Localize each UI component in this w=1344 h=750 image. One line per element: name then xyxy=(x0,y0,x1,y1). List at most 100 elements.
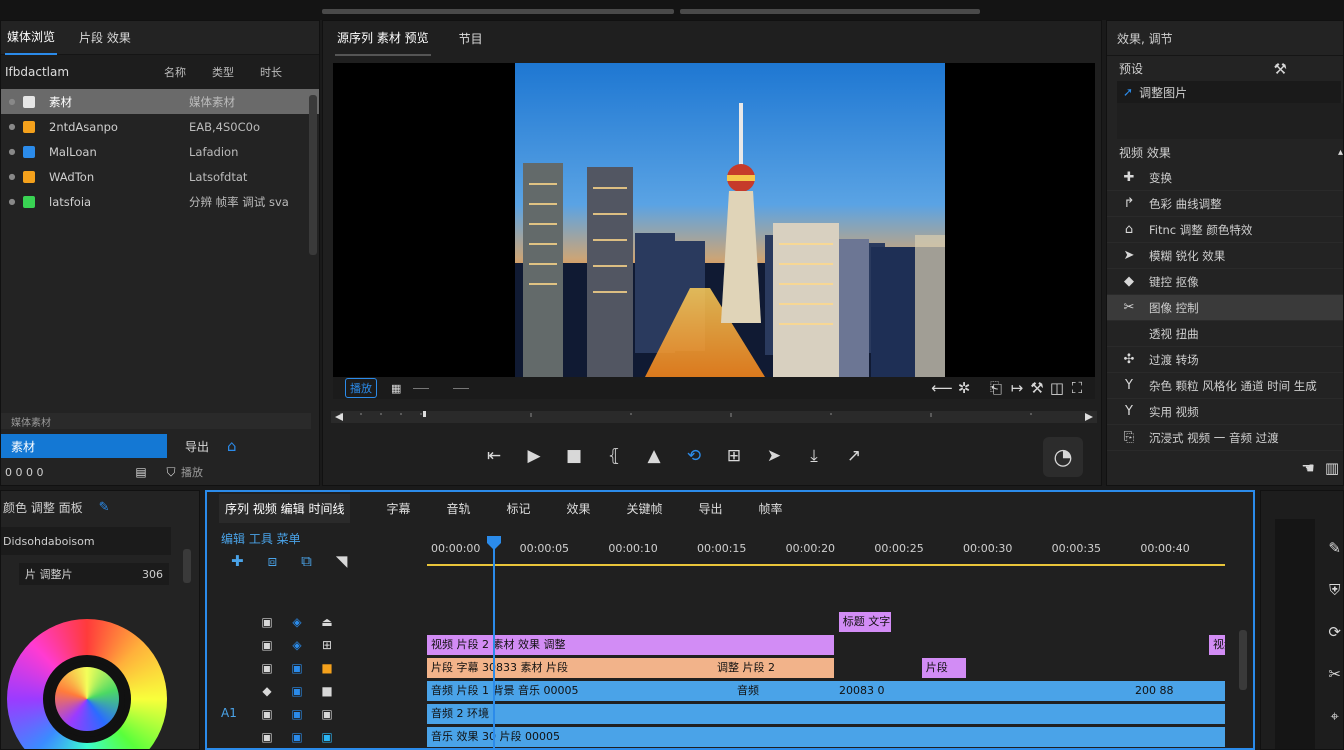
tools-icon[interactable]: ⚒ xyxy=(1274,60,1287,78)
column-type[interactable]: 类型 xyxy=(199,64,247,80)
calendar-icon[interactable]: ▤ xyxy=(121,465,161,479)
timeline-tab[interactable]: 序列 视频 编辑 时间线 xyxy=(219,493,351,523)
track-lock-icon[interactable]: ■ xyxy=(319,660,335,676)
timeline-tab[interactable]: 帧率 xyxy=(759,500,783,517)
timeline-clip[interactable]: 片段 xyxy=(921,658,966,678)
asset-scrollbar[interactable] xyxy=(309,95,317,255)
track-toggle-icon[interactable]: ▣ xyxy=(259,706,275,722)
track-lock-icon[interactable]: ⊞ xyxy=(319,637,335,653)
column-name[interactable]: 名称 xyxy=(151,64,199,80)
asset-row[interactable]: ● 素材 媒体素材 xyxy=(1,89,319,114)
tab-effects[interactable]: 效果, 调节 xyxy=(1117,30,1173,47)
effect-item[interactable]: ↱ 色彩 曲线调整 xyxy=(1107,191,1343,217)
track-toggle-icon[interactable]: ▣ xyxy=(259,637,275,653)
track-target-icon[interactable]: ◈ xyxy=(289,614,305,630)
track-lock-icon[interactable]: ▣ xyxy=(319,729,335,745)
track-target-icon[interactable]: ▣ xyxy=(289,660,305,676)
top-scroll-bar-2[interactable] xyxy=(680,9,980,14)
shield-icon[interactable]: ⛉ xyxy=(161,465,181,480)
effect-item[interactable]: ➤ 模糊 锐化 效果 xyxy=(1107,243,1343,269)
track-toggle-icon[interactable]: ▣ xyxy=(259,614,275,630)
timeline-tab[interactable]: 字幕 xyxy=(386,500,410,517)
timeline-scrollbar[interactable] xyxy=(1239,630,1247,690)
back-arrow-icon[interactable]: ⟵ xyxy=(931,379,953,397)
forward-arrow-icon[interactable]: ↦ xyxy=(1007,379,1027,397)
track-lock-icon[interactable]: ■ xyxy=(319,683,335,699)
playback-label[interactable]: 播放 xyxy=(345,378,377,398)
viewer-scrub-bar[interactable] xyxy=(331,407,1097,427)
color-sub-field[interactable]: 片 调整片 306 xyxy=(19,563,169,585)
track-toggle-icon[interactable]: ▣ xyxy=(259,660,275,676)
lock-icon[interactable]: ⛨ xyxy=(1329,581,1340,599)
track-toggle-icon[interactable]: ▣ xyxy=(259,729,275,745)
export-button[interactable]: 导出 xyxy=(167,438,227,455)
export-frame-icon[interactable]: ⎗ xyxy=(985,379,1007,397)
play-label[interactable]: 播放 xyxy=(181,464,203,480)
timeline-tab[interactable]: 音轨 xyxy=(446,500,470,517)
mark-in-icon[interactable]: ⦃ xyxy=(603,445,625,467)
link-icon[interactable]: ⟳ xyxy=(1328,623,1341,641)
timeline-tab[interactable]: 效果 xyxy=(567,500,591,517)
snap-icon[interactable]: ◥ xyxy=(336,552,348,570)
track-lock-icon[interactable]: ▣ xyxy=(319,706,335,722)
tab-program[interactable]: 节目 xyxy=(457,22,485,55)
mark-out-icon[interactable]: ▲ xyxy=(643,445,665,467)
settings-icon[interactable]: ✲ xyxy=(953,379,975,397)
asset-row[interactable]: ● WAdTon Latsofdtat xyxy=(1,164,319,189)
track-target-icon[interactable]: ◈ xyxy=(289,637,305,653)
tab-media-browser[interactable]: 媒体浏览 xyxy=(5,21,58,55)
grid-icon[interactable]: ▦ xyxy=(391,382,401,395)
media-button[interactable]: 素材 xyxy=(1,434,167,458)
overwrite-icon[interactable]: ➤ xyxy=(763,445,785,467)
effect-item[interactable]: ✣ 过渡 转场 xyxy=(1107,347,1343,373)
timeline-ruler[interactable]: 00:00:00 00:00:05 00:00:10 00:00:15 00:00:20… xyxy=(427,538,1225,568)
play-icon[interactable]: ▶ xyxy=(523,445,545,467)
effect-item[interactable]: ⌂ Fitnc 调整 颜色特效 xyxy=(1107,217,1343,243)
insert-icon[interactable]: ⊞ xyxy=(723,445,745,467)
effect-item[interactable]: ✚ 变换 xyxy=(1107,165,1343,191)
loop-icon[interactable]: ⟲ xyxy=(683,445,705,467)
tab-clip-effects[interactable]: 片段 效果 xyxy=(77,21,133,54)
collapse-icon[interactable]: ▴ xyxy=(1338,147,1343,158)
effect-item[interactable]: ◆ 键控 抠像 xyxy=(1107,269,1343,295)
hand-icon[interactable]: ☚ xyxy=(1301,459,1314,477)
timeline-clip[interactable]: 音频 2 环境 xyxy=(427,704,1225,724)
add-track-icon[interactable]: ✚ xyxy=(231,552,244,570)
timeline-tab[interactable]: 关键帧 xyxy=(627,500,663,517)
top-scroll-bar[interactable] xyxy=(322,9,674,14)
effect-item[interactable]: ⎘ 沉浸式 视频 一 音频 过渡 xyxy=(1107,425,1343,451)
cut-icon[interactable]: ✂ xyxy=(1328,665,1341,683)
effect-item[interactable]: 透视 扭曲 xyxy=(1107,321,1343,347)
timeline-clip[interactable]: 音乐 效果 30 片段 00005 xyxy=(427,727,1225,747)
search-input[interactable]: Ifbdactlam xyxy=(1,65,151,79)
trim-icon[interactable]: ⤓ xyxy=(803,445,825,467)
fullscreen-icon[interactable]: ⛶ xyxy=(1067,379,1087,397)
paint-icon[interactable]: ✎ xyxy=(99,500,110,515)
track-target-icon[interactable]: ▣ xyxy=(289,683,305,699)
color-wheel[interactable] xyxy=(7,619,167,749)
step-back-icon[interactable]: ⇤ xyxy=(483,445,505,467)
timeline-clip[interactable]: 视频 xyxy=(1209,635,1225,655)
pen-icon[interactable]: ✎ xyxy=(1328,539,1341,557)
asset-row[interactable]: ● MalLoan Lafadion xyxy=(1,139,319,164)
track-lock-icon[interactable]: ⏏ xyxy=(319,614,335,630)
slip-icon[interactable]: ⧉ xyxy=(301,552,312,570)
preset-field[interactable]: ➚ 调整图片 xyxy=(1117,81,1341,103)
grid-view-icon[interactable]: ▥ xyxy=(1325,459,1339,477)
timeline-tab[interactable]: 标记 xyxy=(506,500,530,517)
video-screen[interactable] xyxy=(333,63,1095,377)
track-target-icon[interactable]: ▣ xyxy=(289,729,305,745)
playhead[interactable] xyxy=(487,536,501,748)
timeline-clip[interactable]: 标题 文字 xyxy=(838,612,892,632)
timeline-tab[interactable]: 导出 xyxy=(699,500,723,517)
home-icon[interactable]: ⌂ xyxy=(227,437,237,455)
effect-item[interactable]: Y 实用 视频 xyxy=(1107,399,1343,425)
track-toggle-icon[interactable]: ◆ xyxy=(259,683,275,699)
color-item-field[interactable]: Didsohdaboisom xyxy=(1,527,171,555)
track-target-icon[interactable]: ▣ xyxy=(289,706,305,722)
color-wheel-core[interactable] xyxy=(55,667,119,731)
column-duration[interactable]: 时长 xyxy=(247,64,295,80)
effect-item[interactable]: Y 杂色 颗粒 风格化 通道 时间 生成 xyxy=(1107,373,1343,399)
asset-row[interactable]: ● 2ntdAsanpo EAB,4S0C0o xyxy=(1,114,319,139)
camera-icon[interactable]: ◫ xyxy=(1047,379,1067,397)
